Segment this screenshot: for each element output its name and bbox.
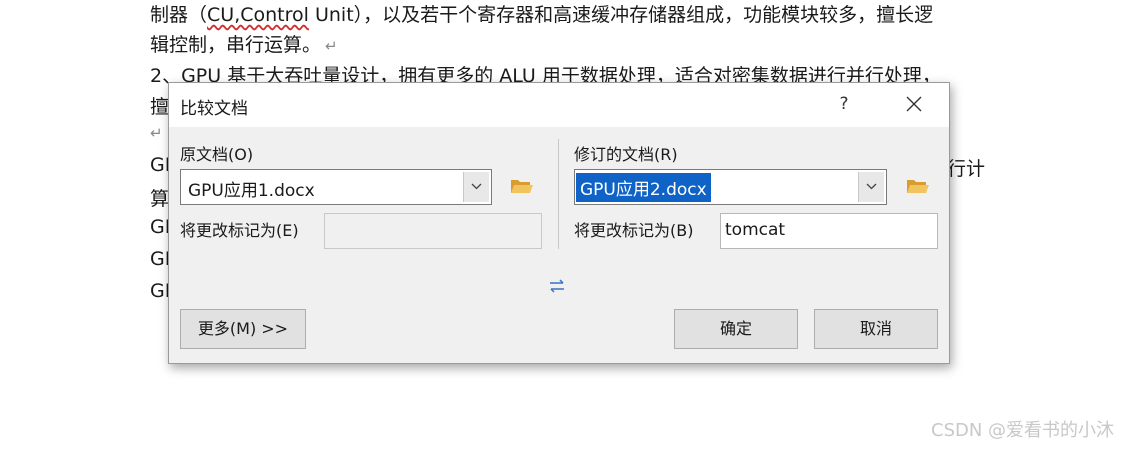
dialog-titlebar[interactable]: 比较文档 ?	[169, 83, 949, 127]
revised-dropdown-button[interactable]	[858, 172, 884, 202]
paragraph-mark-icon: ↵	[325, 37, 338, 55]
chevron-down-icon	[866, 183, 877, 190]
doc-text: 制器（	[150, 4, 208, 26]
original-mark-changes-input	[324, 213, 542, 249]
compare-documents-dialog: 比较文档 ? 原文档(O) GPU应用1.docx 将更改标记为(E) 修订的文…	[168, 82, 950, 364]
swap-arrows-icon	[550, 279, 564, 293]
original-document-label: 原文档(O)	[180, 145, 254, 164]
original-mark-changes-label: 将更改标记为(E)	[180, 221, 299, 240]
revised-document-label: 修订的文档(R)	[574, 145, 678, 164]
doc-text: Unit），以及若干个寄存器和高速缓冲存储器组成，功能模块较多，擅长逻	[308, 4, 934, 26]
original-dropdown-button[interactable]	[463, 172, 489, 202]
doc-line-4: 擅	[150, 96, 170, 118]
revised-document-combo[interactable]: GPU应用2.docx	[574, 169, 887, 205]
close-button[interactable]	[897, 89, 931, 119]
doc-text-spellcheck: CU,Control	[207, 4, 309, 26]
paragraph-mark-icon: ↵	[150, 124, 163, 142]
browse-revised-button[interactable]	[905, 175, 931, 197]
doc-line-1: 制器（CU,Control Unit），以及若干个寄存器和高速缓冲存储器组成，功…	[150, 0, 933, 27]
more-options-button[interactable]: 更多(M) >>	[180, 309, 306, 349]
close-icon	[906, 96, 922, 112]
help-button[interactable]: ?	[833, 91, 855, 117]
doc-line-2: 辑控制，串行运算。 ↵	[150, 30, 338, 57]
column-divider	[558, 139, 559, 249]
doc-line-6-right: 行计	[947, 158, 986, 180]
revised-mark-changes-label: 将更改标记为(B)	[574, 221, 694, 240]
original-document-combo[interactable]: GPU应用1.docx	[180, 169, 492, 205]
folder-icon	[907, 180, 929, 193]
cancel-button[interactable]: 取消	[814, 309, 938, 349]
chevron-down-icon	[471, 183, 482, 190]
revised-mark-changes-value: tomcat	[725, 220, 786, 240]
browse-original-button[interactable]	[509, 175, 535, 197]
revised-document-value: GPU应用2.docx	[576, 173, 711, 202]
doc-line-5: ↵	[150, 121, 163, 143]
swap-documents-button[interactable]	[546, 275, 568, 297]
doc-line-7: 算	[150, 188, 170, 210]
ok-button[interactable]: 确定	[674, 309, 798, 349]
dialog-title: 比较文档	[180, 99, 248, 119]
doc-text: 辑控制，串行运算。	[150, 34, 322, 56]
original-document-value: GPU应用1.docx	[188, 181, 315, 201]
folder-icon	[511, 180, 533, 193]
page: 制器（CU,Control Unit），以及若干个寄存器和高速缓冲存储器组成，功…	[0, 0, 1148, 449]
revised-mark-changes-input[interactable]: tomcat	[720, 213, 938, 249]
watermark: CSDN @爱看书的小沐	[931, 420, 1115, 441]
